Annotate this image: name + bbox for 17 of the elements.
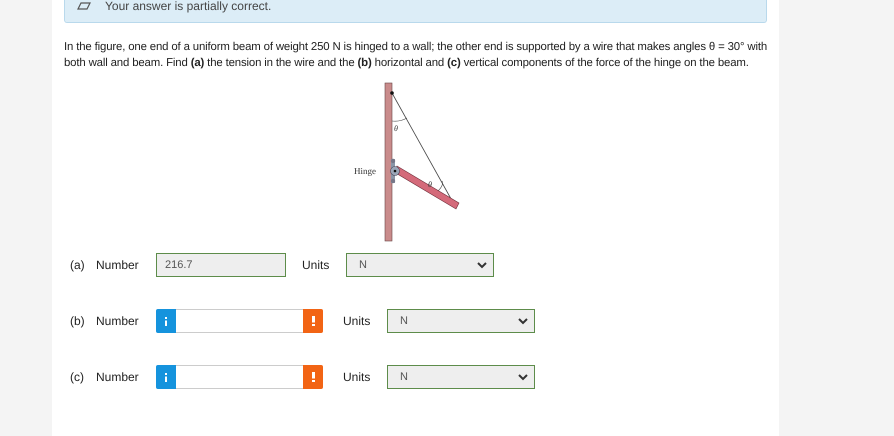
answer-field[interactable]: 216.7: [156, 253, 286, 277]
question-text: In the figure, one end of a uniform beam of weight 250 N is hinged to a wall; the other end is supported by a wire that makes angles θ = 30° with both wall and beam. Find (a) the tension in the wire and the (b) horizontal and (c) vertical components of the force of the hinge on the beam.: [64, 40, 768, 71]
part-label: (b): [70, 314, 86, 328]
angle-label: θ: [394, 124, 398, 133]
part-label: (c): [70, 370, 85, 384]
part-label: (a): [70, 258, 86, 272]
feedback-text: Your answer is partially correct.: [105, 0, 272, 12]
hinge-label: Hinge: [354, 166, 376, 176]
units-label: Units: [343, 314, 372, 328]
units-label: Units: [343, 370, 372, 384]
number-label: Number: [96, 370, 140, 384]
units-dropdown[interactable]: N: [346, 253, 494, 277]
units-dropdown[interactable]: N: [387, 365, 535, 389]
units-dropdown[interactable]: N: [387, 309, 535, 333]
units-label: Units: [302, 258, 330, 272]
number-label: Number: [96, 314, 140, 328]
number-label: Number: [96, 258, 140, 272]
